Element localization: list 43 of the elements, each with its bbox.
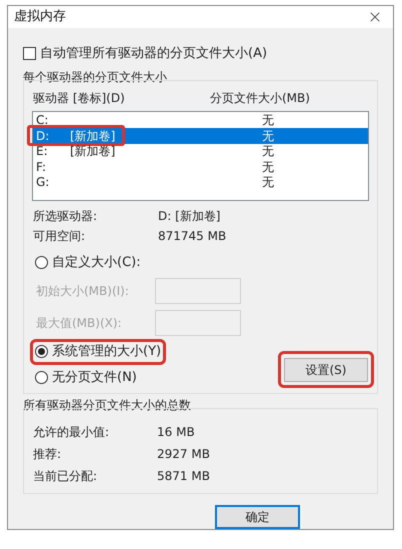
radio-label: 系统管理的大小(Y) (52, 343, 162, 361)
radio-button[interactable] (35, 256, 48, 269)
checkbox[interactable] (23, 47, 36, 60)
total-label: 允许的最小值: (33, 424, 110, 441)
volume-label: [新加卷] (70, 130, 116, 142)
drive-letter: D: (35, 130, 50, 142)
info-value: 871745 MB (158, 228, 226, 244)
drive-letter: G: (35, 176, 50, 188)
checkbox-label: 自动管理所有驱动器的分页文件大小(A) (40, 45, 268, 63)
input-field[interactable] (155, 310, 241, 336)
column-header: 驱动器 [卷标](D) (32, 90, 126, 106)
total-label: 推荐: (33, 446, 62, 463)
radio-label: 自定义大小(C): (52, 254, 141, 272)
drive-row[interactable]: F: 无 (33, 159, 368, 174)
radio-button[interactable] (35, 370, 48, 384)
total-value: 2927 MB (157, 446, 210, 463)
size-cell: 无 (262, 145, 274, 158)
radio-button[interactable] (35, 345, 48, 358)
size-cell: 无 (262, 130, 274, 142)
size-cell: 无 (262, 176, 274, 188)
drive-letter: E: (35, 145, 49, 158)
column-header: 分页文件大小(MB) (210, 90, 310, 106)
size-cell: 无 (262, 114, 274, 126)
field-label: 最大值(MB)(X): (35, 315, 123, 332)
drive-row[interactable]: G: 无 (33, 174, 368, 190)
drive-row[interactable]: C: 无 (33, 112, 368, 128)
window-title: 虚拟内存 (14, 8, 66, 26)
info-value: D: [新加卷] (158, 208, 220, 224)
input-field[interactable] (155, 278, 241, 304)
radio-label: 无分页文件(N) (52, 368, 137, 386)
info-label: 可用空间: (32, 228, 86, 244)
total-value: 5871 MB (157, 468, 210, 485)
drive-row[interactable]: E: [新加卷] 无 (33, 144, 368, 159)
volume-label: [新加卷] (70, 145, 116, 158)
size-cell: 无 (262, 160, 274, 173)
total-value: 16 MB (157, 424, 195, 441)
settings-button[interactable]: 设置(S) (284, 358, 368, 382)
info-label: 所选驱动器: (32, 208, 98, 224)
total-label: 当前已分配: (33, 468, 98, 485)
ok-button[interactable]: 确定 (215, 505, 300, 529)
drive-letter: F: (35, 160, 48, 173)
drive-letter: C: (35, 114, 50, 126)
field-label: 初始大小(MB)(I): (35, 283, 130, 300)
